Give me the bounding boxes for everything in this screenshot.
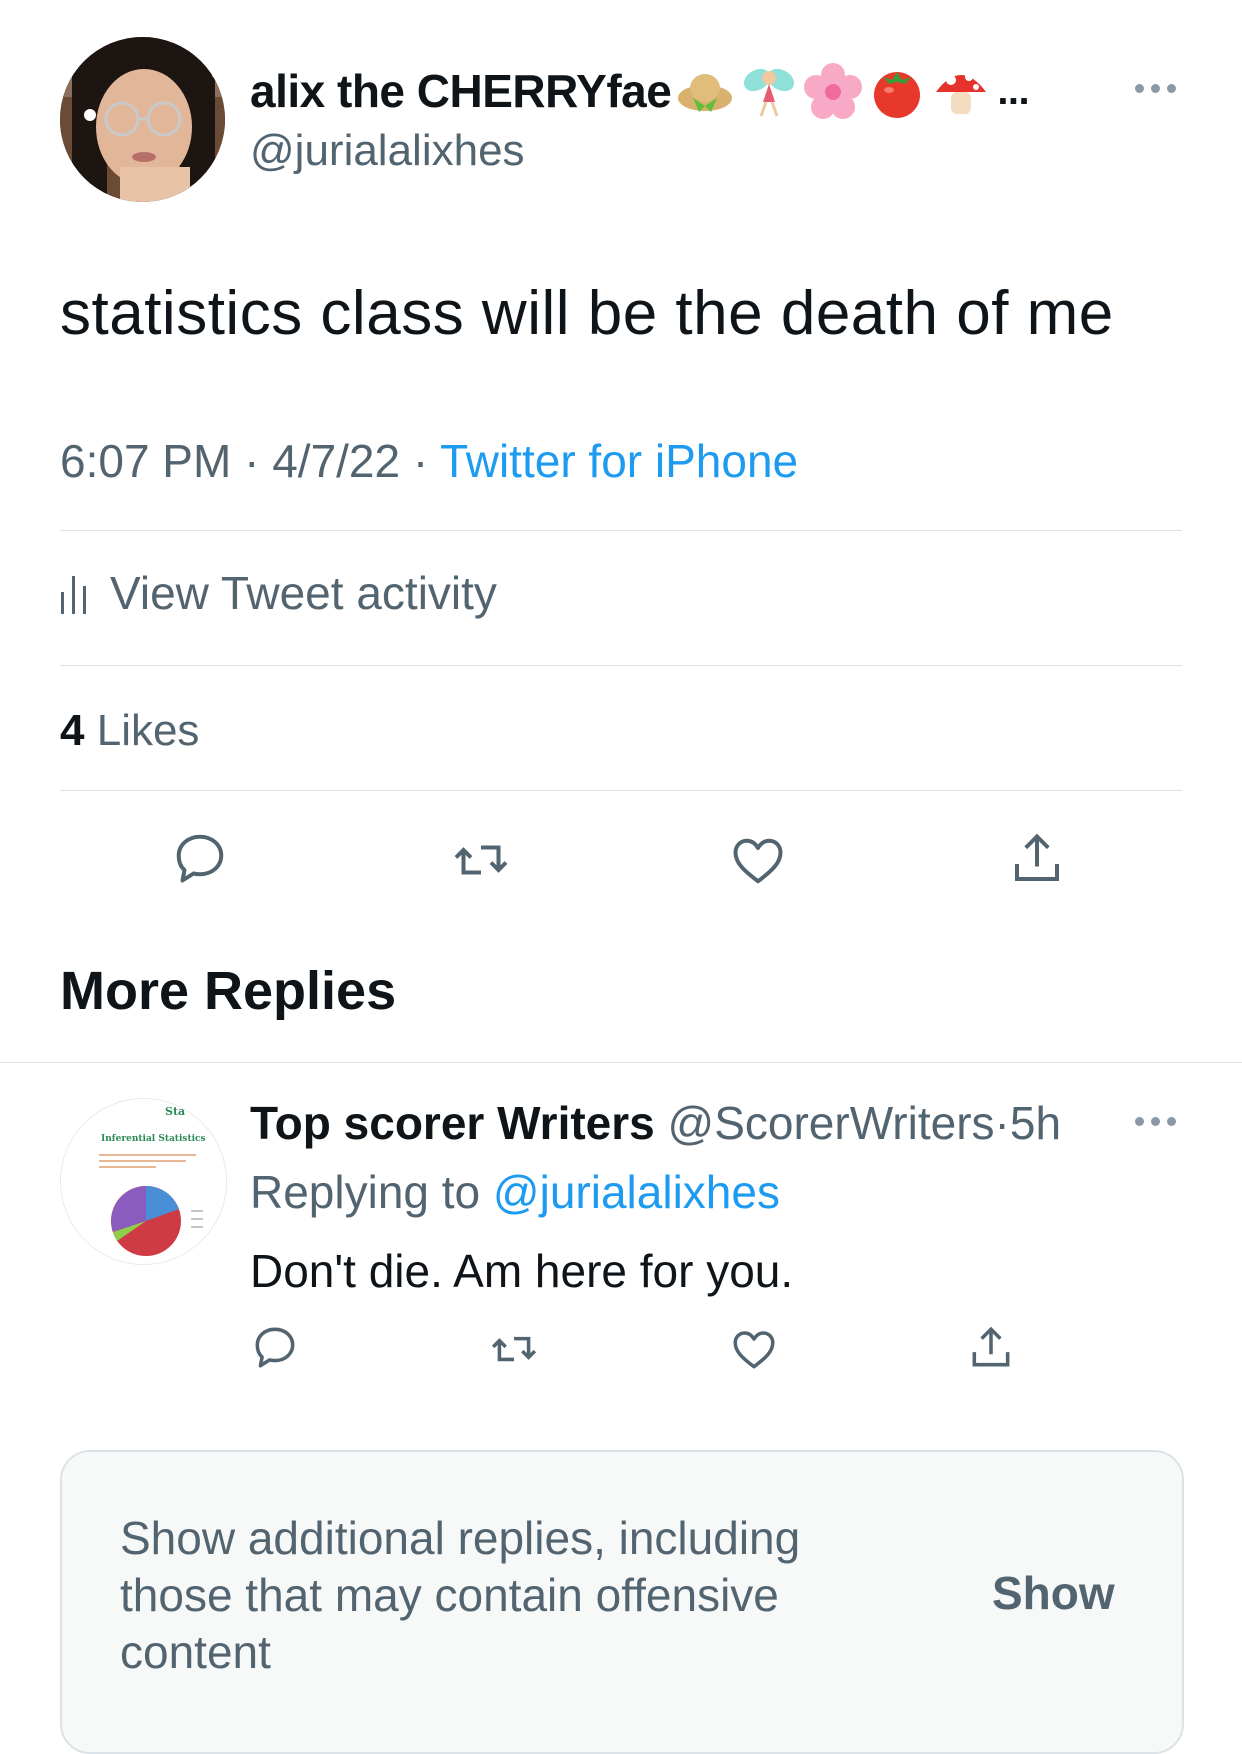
- replying-to: Replying to @jurialalixhes: [250, 1165, 780, 1219]
- tweet-time: 6:07 PM: [60, 435, 232, 487]
- tomato-emoji-icon: [874, 72, 921, 118]
- avatar-title-text: Inferential Statistics: [101, 1134, 206, 1144]
- replying-to-mention[interactable]: @jurialalixhes: [493, 1166, 780, 1218]
- show-additional-replies-button[interactable]: Show: [992, 1566, 1115, 1620]
- reply-header: Top scorer Writers @ScorerWriters·5h: [250, 1096, 1061, 1150]
- more-options-icon[interactable]: [1135, 84, 1176, 93]
- reply-like-icon[interactable]: [729, 1324, 779, 1374]
- author-avatar[interactable]: [60, 37, 225, 202]
- reply-reply-icon[interactable]: [250, 1322, 300, 1372]
- reply-text: Don't die. Am here for you.: [250, 1245, 794, 1297]
- replying-label: Replying to: [250, 1166, 481, 1218]
- fairy-emoji-icon: [744, 68, 795, 117]
- reply-icon[interactable]: [170, 828, 230, 888]
- reply-share-icon[interactable]: [966, 1322, 1016, 1374]
- flower-emoji-icon: [804, 63, 863, 119]
- tweet-meta: 6:07 PM · 4/7/22 · Twitter for iPhone: [60, 434, 798, 488]
- author-display-name[interactable]: alix the CHERRYfae ...: [250, 62, 1030, 120]
- hat-emoji-icon: [678, 74, 733, 112]
- likes-count-link[interactable]: 4 Likes: [60, 706, 199, 756]
- author-handle[interactable]: @jurialalixhes: [250, 126, 525, 176]
- activity-label: View Tweet activity: [110, 567, 497, 619]
- reply-avatar[interactable]: Sta Inferential Statistics: [60, 1098, 227, 1265]
- tweet-date: 4/7/22: [272, 435, 401, 487]
- reply-more-options-icon[interactable]: [1135, 1117, 1176, 1126]
- tweet-text: statistics class will be the death of me: [60, 279, 1114, 348]
- reply-retweet-icon[interactable]: [488, 1324, 540, 1374]
- share-icon[interactable]: [1007, 828, 1067, 890]
- view-tweet-activity-button[interactable]: View Tweet activity: [60, 566, 497, 620]
- meta-separator: ·: [412, 435, 429, 487]
- reply-time: 5h: [1009, 1097, 1062, 1149]
- more-replies-heading: More Replies: [60, 961, 397, 1021]
- additional-replies-message: Show additional replies, including those…: [120, 1512, 801, 1678]
- author-name-text: alix the CHERRYfae: [250, 65, 672, 117]
- analytics-icon: [61, 576, 86, 614]
- mushroom-emoji-icon: [936, 73, 987, 114]
- like-icon[interactable]: [728, 830, 788, 890]
- tweet-source-link[interactable]: Twitter for iPhone: [440, 435, 798, 487]
- name-truncation: ...: [997, 68, 1030, 113]
- name-emoji-row: [675, 62, 991, 120]
- reply-author-name[interactable]: Top scorer Writers: [250, 1097, 655, 1149]
- meta-separator: ·: [994, 1097, 1010, 1149]
- likes-number: 4: [60, 706, 85, 755]
- reply-author-handle[interactable]: @ScorerWriters: [668, 1097, 995, 1149]
- divider: [60, 530, 1182, 531]
- retweet-icon[interactable]: [450, 830, 512, 890]
- likes-label: Likes: [96, 706, 200, 755]
- avatar-corner-text: Sta: [165, 1105, 185, 1118]
- divider: [60, 790, 1182, 791]
- divider: [60, 665, 1182, 666]
- meta-separator: ·: [244, 435, 260, 487]
- divider: [0, 1062, 1242, 1063]
